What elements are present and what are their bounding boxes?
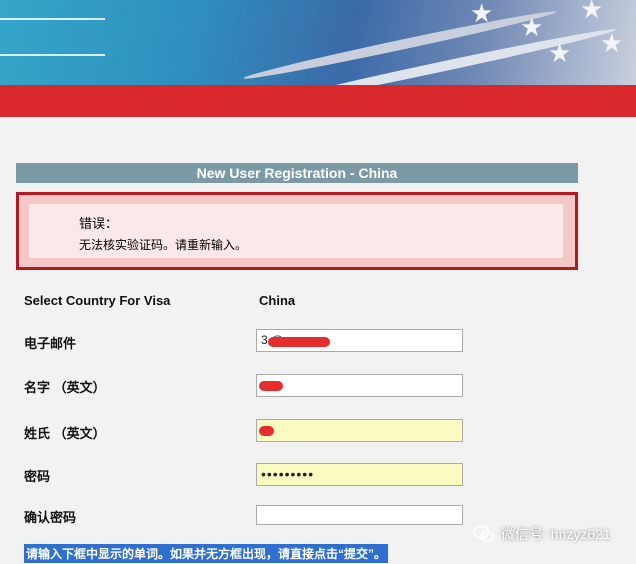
wechat-icon <box>473 525 495 542</box>
confirm-password-field[interactable] <box>256 505 463 525</box>
watermark-text: 微信号: hnzyz621 <box>501 526 611 542</box>
watermark: 微信号: hnzyz621 <box>473 524 611 544</box>
star-icon: ★ <box>600 28 624 58</box>
country-label: Select Country For Visa <box>24 293 171 308</box>
redaction-mark <box>259 426 274 436</box>
page-title: New User Registration - China <box>16 163 578 183</box>
error-message: 无法核实验证码。请重新输入。 <box>79 238 248 252</box>
error-panel-inner: 错误： 无法核实验证码。请重新输入。 <box>29 204 563 258</box>
given-name-field[interactable] <box>256 374 463 397</box>
given-name-label: 名字 （英文） <box>24 380 106 395</box>
header-divider <box>0 18 105 20</box>
header-red-bar <box>0 85 636 117</box>
password-field[interactable]: ••••••••• <box>256 463 463 486</box>
password-label: 密码 <box>24 469 51 484</box>
star-icon: ★ <box>548 38 572 68</box>
captcha-instructions: 请输入下框中显示的单词。如果并无方框出现，请直接点击“提交”。 <box>24 544 389 563</box>
error-title: 错误： <box>79 216 119 231</box>
header-banner: ★ ★ ★ ★ ★ <box>0 0 636 85</box>
email-label: 电子邮件 <box>24 336 77 351</box>
header-divider <box>0 54 105 56</box>
star-icon: ★ <box>470 0 494 28</box>
error-panel: 错误： 无法核实验证码。请重新输入。 <box>16 192 578 270</box>
star-icon: ★ <box>520 12 544 42</box>
redaction-mark <box>259 381 283 391</box>
surname-field[interactable] <box>256 419 463 442</box>
star-icon: ★ <box>580 0 604 24</box>
confirm-password-label: 确认密码 <box>24 510 77 525</box>
redaction-mark <box>268 337 330 347</box>
country-value: China <box>259 293 296 308</box>
surname-label: 姓氏 （英文） <box>24 426 106 441</box>
